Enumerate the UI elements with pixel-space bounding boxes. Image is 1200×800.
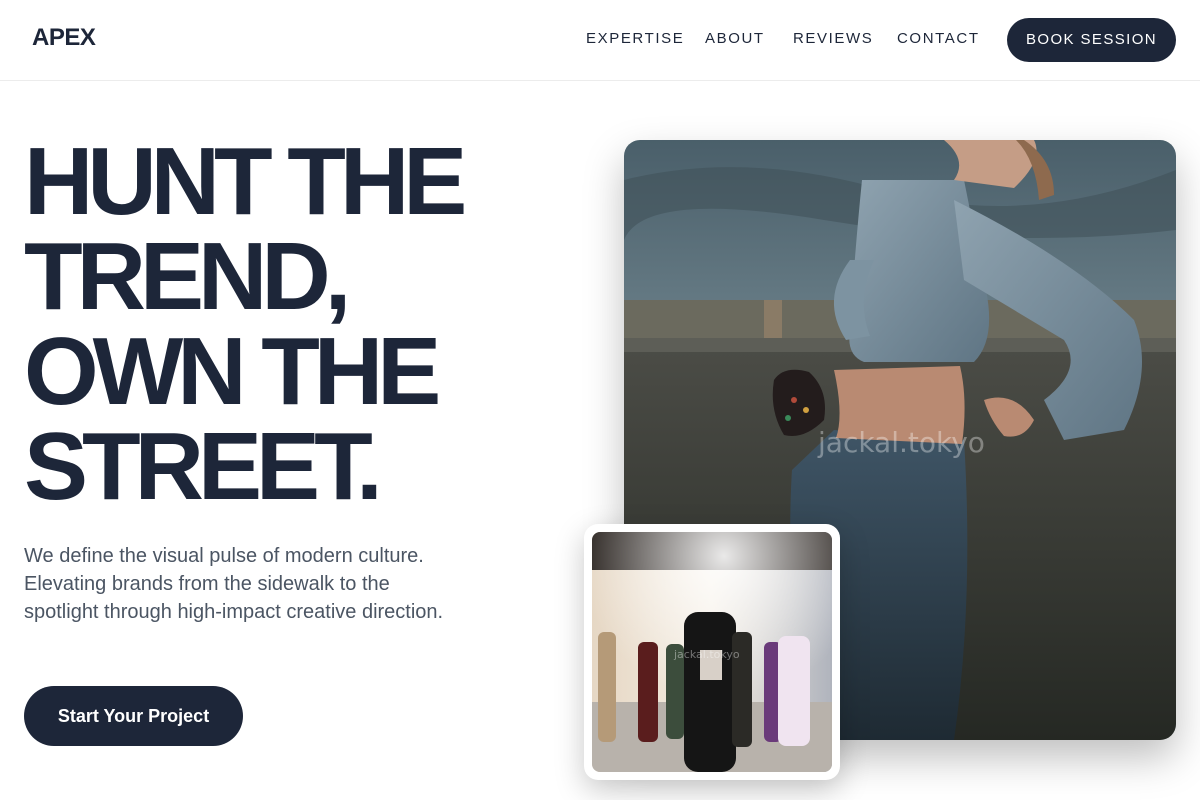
nav-link-expertise[interactable]: EXPERTISE bbox=[586, 30, 684, 47]
book-session-button[interactable]: BOOK SESSION bbox=[1007, 18, 1176, 62]
main-image-watermark: jackal.tokyo bbox=[817, 426, 985, 459]
headline-line-2: TREND, bbox=[24, 223, 351, 330]
hero-secondary-image-frame: jackal.tokyo bbox=[584, 524, 840, 780]
headline-line-4: STREET. bbox=[24, 413, 383, 520]
hero-headline: HUNT THE TREND, OWN THE STREET. bbox=[24, 128, 544, 520]
secondary-image-watermark: jackal.tokyo bbox=[673, 648, 740, 661]
hero-tagline: We define the visual pulse of modern cul… bbox=[24, 545, 444, 623]
nav-link-contact[interactable]: CONTACT bbox=[897, 30, 980, 47]
hero-secondary-image: jackal.tokyo bbox=[592, 532, 832, 772]
headline-line-1: HUNT THE bbox=[24, 128, 467, 235]
headline-line-3: OWN THE bbox=[24, 318, 441, 425]
brand-logo[interactable]: APEX bbox=[32, 24, 96, 52]
nav-link-about[interactable]: ABOUT bbox=[705, 30, 765, 47]
nav-link-reviews[interactable]: REVIEWS bbox=[793, 30, 873, 47]
start-project-button[interactable]: Start Your Project bbox=[24, 686, 243, 746]
site-header: APEX EXPERTISE ABOUT REVIEWS CONTACT BOO… bbox=[0, 0, 1200, 81]
